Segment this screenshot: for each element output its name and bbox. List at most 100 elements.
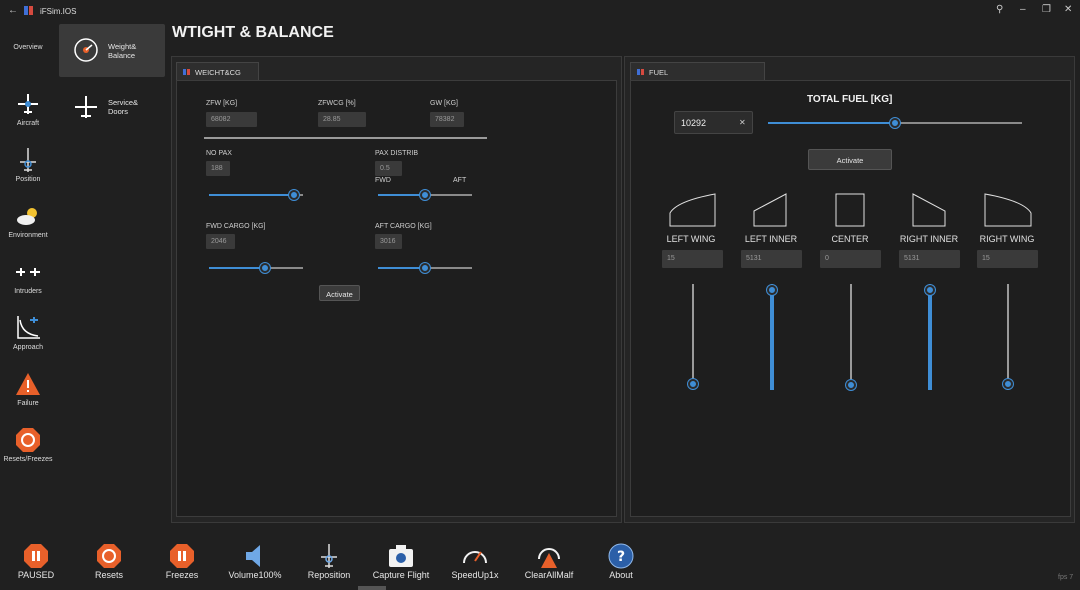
- clear-malfunction-icon: [538, 548, 560, 568]
- right-inner-label: RIGHT INNER: [899, 234, 959, 244]
- page-title: WTIGHT & BALANCE: [172, 24, 334, 41]
- speedup-button[interactable]: SpeedUp1x: [440, 543, 510, 580]
- fuel-activate-button[interactable]: Activate: [808, 149, 892, 170]
- zfwcg-field: 28.85: [318, 112, 366, 127]
- close-icon[interactable]: ✕: [1064, 4, 1072, 15]
- camera-icon: [389, 545, 413, 567]
- nav-item-label: Resets/Freezes: [3, 456, 53, 463]
- pause-icon: [24, 544, 48, 568]
- aft-cargo-slider[interactable]: [378, 263, 472, 273]
- tab-logo-icon: [637, 69, 644, 75]
- nav-item-intruders[interactable]: Intruders: [0, 258, 56, 295]
- scroll-indicator[interactable]: [358, 586, 386, 590]
- bottom-label: SpeedUp1x: [451, 570, 499, 580]
- about-button[interactable]: ? About: [586, 543, 656, 580]
- reset-icon: [16, 428, 40, 452]
- sub-item-label: Weight& Balance: [108, 42, 137, 60]
- bottom-label: PAUSED: [17, 570, 55, 580]
- fps-counter: fps 7: [1058, 574, 1074, 581]
- right-inner-slider[interactable]: [925, 284, 935, 390]
- weight-activate-button[interactable]: Activate: [319, 285, 360, 301]
- pax-distrib-slider[interactable]: [378, 190, 472, 200]
- nav-item-resets-freezes[interactable]: Resets/Freezes: [0, 426, 56, 463]
- total-fuel-label: TOTAL FUEL [KG]: [807, 94, 893, 105]
- tab-label: FUEL: [649, 68, 669, 77]
- sub-item-service-doors[interactable]: Service& Doors: [59, 88, 165, 128]
- gw-field: 78382: [430, 112, 464, 127]
- clear-all-malf-button[interactable]: ClearAllMalf: [514, 543, 584, 580]
- nav-item-approach[interactable]: Approach: [0, 314, 56, 351]
- warning-icon: [16, 373, 40, 395]
- nav-item-aircraft[interactable]: Aircraft: [0, 90, 56, 127]
- capture-flight-button[interactable]: Capture Flight: [366, 543, 436, 580]
- fwd-cargo-slider[interactable]: [209, 263, 303, 273]
- left-wing-tank-icon: [669, 193, 716, 227]
- reset-icon: [97, 544, 121, 568]
- fwd-cargo-label: FWD CARGO [KG]: [206, 223, 266, 230]
- freezes-button[interactable]: Freezes: [147, 543, 217, 580]
- no-pax-label: NO PAX: [206, 150, 232, 157]
- center-slider[interactable]: [846, 284, 856, 390]
- bottom-label: Resets: [94, 570, 123, 580]
- volume-button[interactable]: Volume100%: [220, 543, 290, 580]
- aircraft-icon: [18, 94, 38, 114]
- nav-item-label: Position: [15, 176, 41, 183]
- bottom-label: ClearAllMalf: [524, 570, 574, 580]
- weight-cg-content: ZFW [KG] 68082 ZFWCG [%] 28.85 GW [KG] 7…: [176, 80, 617, 517]
- right-wing-field: 15: [977, 250, 1038, 268]
- right-wing-slider[interactable]: [1003, 284, 1013, 390]
- center-tank-icon: [835, 193, 865, 227]
- minimize-icon[interactable]: –: [1020, 4, 1026, 15]
- center-label: CENTER: [831, 234, 869, 244]
- left-wing-slider[interactable]: [688, 284, 698, 390]
- title-bar: ← iFSim.IOS ⚲ – ❐ ✕: [0, 0, 1080, 22]
- clear-icon[interactable]: ✕: [739, 118, 746, 127]
- total-fuel-slider[interactable]: [768, 118, 1022, 128]
- no-pax-slider[interactable]: [209, 190, 303, 200]
- left-inner-tank-icon: [753, 193, 787, 227]
- fwd-label: FWD: [375, 177, 391, 184]
- pin-icon[interactable]: ⚲: [996, 4, 1003, 15]
- right-wing-label: RIGHT WING: [979, 234, 1035, 244]
- nav-item-environment[interactable]: Environment: [0, 202, 56, 239]
- right-inner-field: 5131: [899, 250, 960, 268]
- nav-item-failure[interactable]: Failure: [0, 370, 56, 407]
- sub-item-weight-balance[interactable]: Weight& Balance: [59, 24, 165, 77]
- left-inner-slider[interactable]: [767, 284, 777, 390]
- aft-cargo-label: AFT CARGO [KG]: [375, 223, 432, 230]
- total-fuel-input[interactable]: 10292 ✕: [674, 111, 753, 134]
- freeze-icon: [170, 544, 194, 568]
- restore-icon[interactable]: ❐: [1042, 4, 1051, 15]
- sub-item-label: Service& Doors: [108, 98, 139, 116]
- resets-button[interactable]: Resets: [74, 543, 144, 580]
- nav-item-label: Environment: [8, 232, 48, 239]
- tab-logo-icon: [183, 69, 190, 75]
- total-fuel-value: 10292: [681, 118, 707, 128]
- zfw-label: ZFW [KG]: [206, 100, 238, 107]
- back-arrow-icon[interactable]: ←: [8, 5, 18, 16]
- nav-overview[interactable]: Overview: [0, 44, 56, 51]
- service-aircraft-icon: [75, 96, 97, 118]
- weather-icon: [17, 208, 37, 225]
- nav-item-label: Intruders: [14, 288, 42, 295]
- tab-fuel[interactable]: FUEL: [630, 62, 765, 80]
- fwd-cargo-field: 2046: [206, 234, 235, 249]
- tab-label: WEICHT&CG: [195, 68, 241, 77]
- tab-weight-cg[interactable]: WEICHT&CG: [176, 62, 259, 80]
- no-pax-field: 188: [206, 161, 230, 176]
- app-title: iFSim.IOS: [40, 7, 77, 16]
- intruders-icon: [16, 268, 40, 276]
- left-wing-label: LEFT WING: [666, 234, 716, 244]
- paused-button[interactable]: PAUSED: [1, 543, 71, 580]
- nav-item-label: Approach: [13, 344, 43, 351]
- right-wing-tank-icon: [984, 193, 1032, 227]
- pax-distrib-field: 0.5: [375, 161, 402, 176]
- aft-cargo-field: 3016: [375, 234, 402, 249]
- zfw-field: 68082: [206, 112, 257, 127]
- bottom-label: About: [609, 570, 633, 580]
- position-icon: [20, 148, 36, 172]
- left-inner-field: 5131: [741, 250, 802, 268]
- nav-item-position[interactable]: Position: [0, 146, 56, 183]
- gauge-icon: [74, 38, 98, 62]
- reposition-button[interactable]: Reposition: [294, 543, 364, 580]
